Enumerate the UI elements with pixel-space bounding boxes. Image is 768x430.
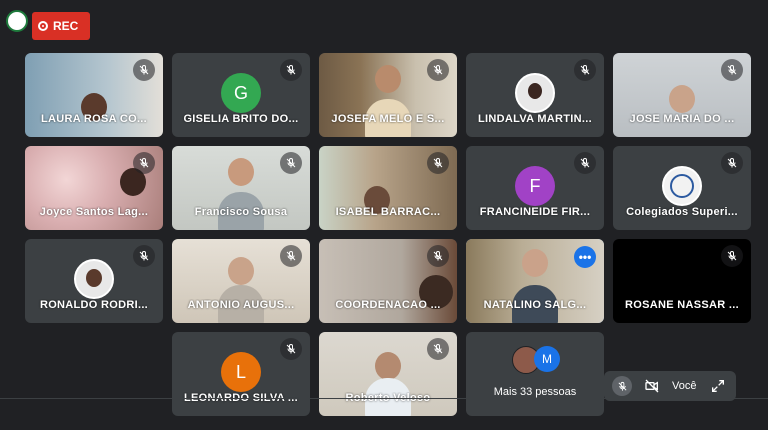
- mic-off-icon: [280, 338, 302, 360]
- participant-avatar: L: [221, 352, 261, 392]
- participant-head: [375, 352, 401, 380]
- participant-name: NATALINO SALG...: [483, 299, 587, 311]
- more-participants-tile[interactable]: M Mais 33 pessoas: [466, 332, 604, 416]
- more-options-icon[interactable]: •••: [574, 246, 596, 268]
- participant-tile[interactable]: Roberto Veloso: [319, 332, 457, 416]
- participant-name: Colegiados Superi...: [626, 206, 738, 218]
- more-participants-label: Mais 33 pessoas: [493, 386, 577, 398]
- participant-avatar: G: [221, 73, 261, 113]
- participant-head: [522, 249, 548, 277]
- participant-name: Francisco Sousa: [194, 206, 288, 218]
- mic-off-icon[interactable]: [612, 376, 632, 396]
- participant-tile[interactable]: ISABEL BARRAC...: [319, 146, 457, 230]
- participant-photo: [515, 73, 555, 113]
- record-icon: [38, 21, 48, 31]
- divider: [0, 398, 768, 399]
- mic-off-icon: [574, 152, 596, 174]
- participant-tile[interactable]: L LEONARDO SILVA ...: [172, 332, 310, 416]
- mic-off-icon: [133, 59, 155, 81]
- mic-off-icon: [427, 338, 449, 360]
- participant-tile[interactable]: G GISELIA BRITO DO...: [172, 53, 310, 137]
- participant-name: COORDENACAO ...: [335, 299, 441, 311]
- participant-name: ISABEL BARRAC...: [335, 206, 441, 218]
- participant-tile[interactable]: Francisco Sousa: [172, 146, 310, 230]
- participant-avatar: F: [515, 166, 555, 206]
- mic-off-icon: [280, 245, 302, 267]
- participant-tile[interactable]: Colegiados Superi...: [613, 146, 751, 230]
- participant-name: FRANCINEIDE FIR...: [479, 206, 591, 218]
- mic-off-icon: [427, 152, 449, 174]
- participant-head: [669, 85, 695, 113]
- participant-tile[interactable]: LINDALVA MARTIN...: [466, 53, 604, 137]
- mic-off-icon: [721, 59, 743, 81]
- participant-name: LINDALVA MARTIN...: [478, 113, 592, 125]
- participant-head: [228, 257, 254, 285]
- mic-off-icon: [427, 59, 449, 81]
- mic-off-icon: [721, 245, 743, 267]
- mic-off-icon: [133, 245, 155, 267]
- participant-tile[interactable]: JOSEFA MELO E S...: [319, 53, 457, 137]
- participant-avatars: M: [512, 346, 568, 374]
- participant-tile[interactable]: Joyce Santos Lag...: [25, 146, 163, 230]
- rec-badge: REC: [32, 12, 90, 40]
- participant-tile[interactable]: LAURA ROSA CO...: [25, 53, 163, 137]
- participant-name: Joyce Santos Lag...: [39, 206, 149, 218]
- mic-off-icon: [133, 152, 155, 174]
- participant-head: [228, 158, 254, 186]
- participant-name: ROSANE NASSAR ...: [625, 299, 739, 311]
- participant-tile[interactable]: ANTONIO AUGUS...: [172, 239, 310, 323]
- mic-off-icon: [280, 59, 302, 81]
- participant-name: JOSEFA MELO E S...: [331, 113, 445, 125]
- participant-tile-active-speaker[interactable]: ••• NATALINO SALG...: [466, 239, 604, 323]
- participant-tile[interactable]: RONALDO RODRI...: [25, 239, 163, 323]
- mic-off-icon: [427, 245, 449, 267]
- organization-logo: [6, 10, 28, 32]
- mic-off-icon: [574, 59, 596, 81]
- participant-tile[interactable]: ROSANE NASSAR ...: [613, 239, 751, 323]
- participant-name: JOSE MARIA DO ...: [629, 113, 735, 125]
- participant-name: LAURA ROSA CO...: [40, 113, 148, 125]
- participant-tile[interactable]: F FRANCINEIDE FIR...: [466, 146, 604, 230]
- expand-icon[interactable]: [708, 376, 728, 396]
- recording-indicator: REC: [6, 6, 90, 40]
- participant-head: [375, 65, 401, 93]
- participant-name: RONALDO RODRI...: [39, 299, 149, 311]
- self-name: Você: [672, 380, 697, 392]
- mic-off-icon: [280, 152, 302, 174]
- participant-name: GISELIA BRITO DO...: [183, 113, 299, 125]
- self-view-bar[interactable]: Você: [604, 371, 736, 401]
- participant-name: ANTONIO AUGUS...: [187, 299, 295, 311]
- rec-label: REC: [53, 19, 79, 33]
- participant-tile[interactable]: JOSE MARIA DO ...: [613, 53, 751, 137]
- participant-avatar: M: [534, 346, 560, 372]
- university-seal-icon: [662, 166, 702, 206]
- participant-tile[interactable]: COORDENACAO ...: [319, 239, 457, 323]
- camera-off-icon[interactable]: [642, 376, 662, 396]
- participant-photo: [74, 259, 114, 299]
- mic-off-icon: [721, 152, 743, 174]
